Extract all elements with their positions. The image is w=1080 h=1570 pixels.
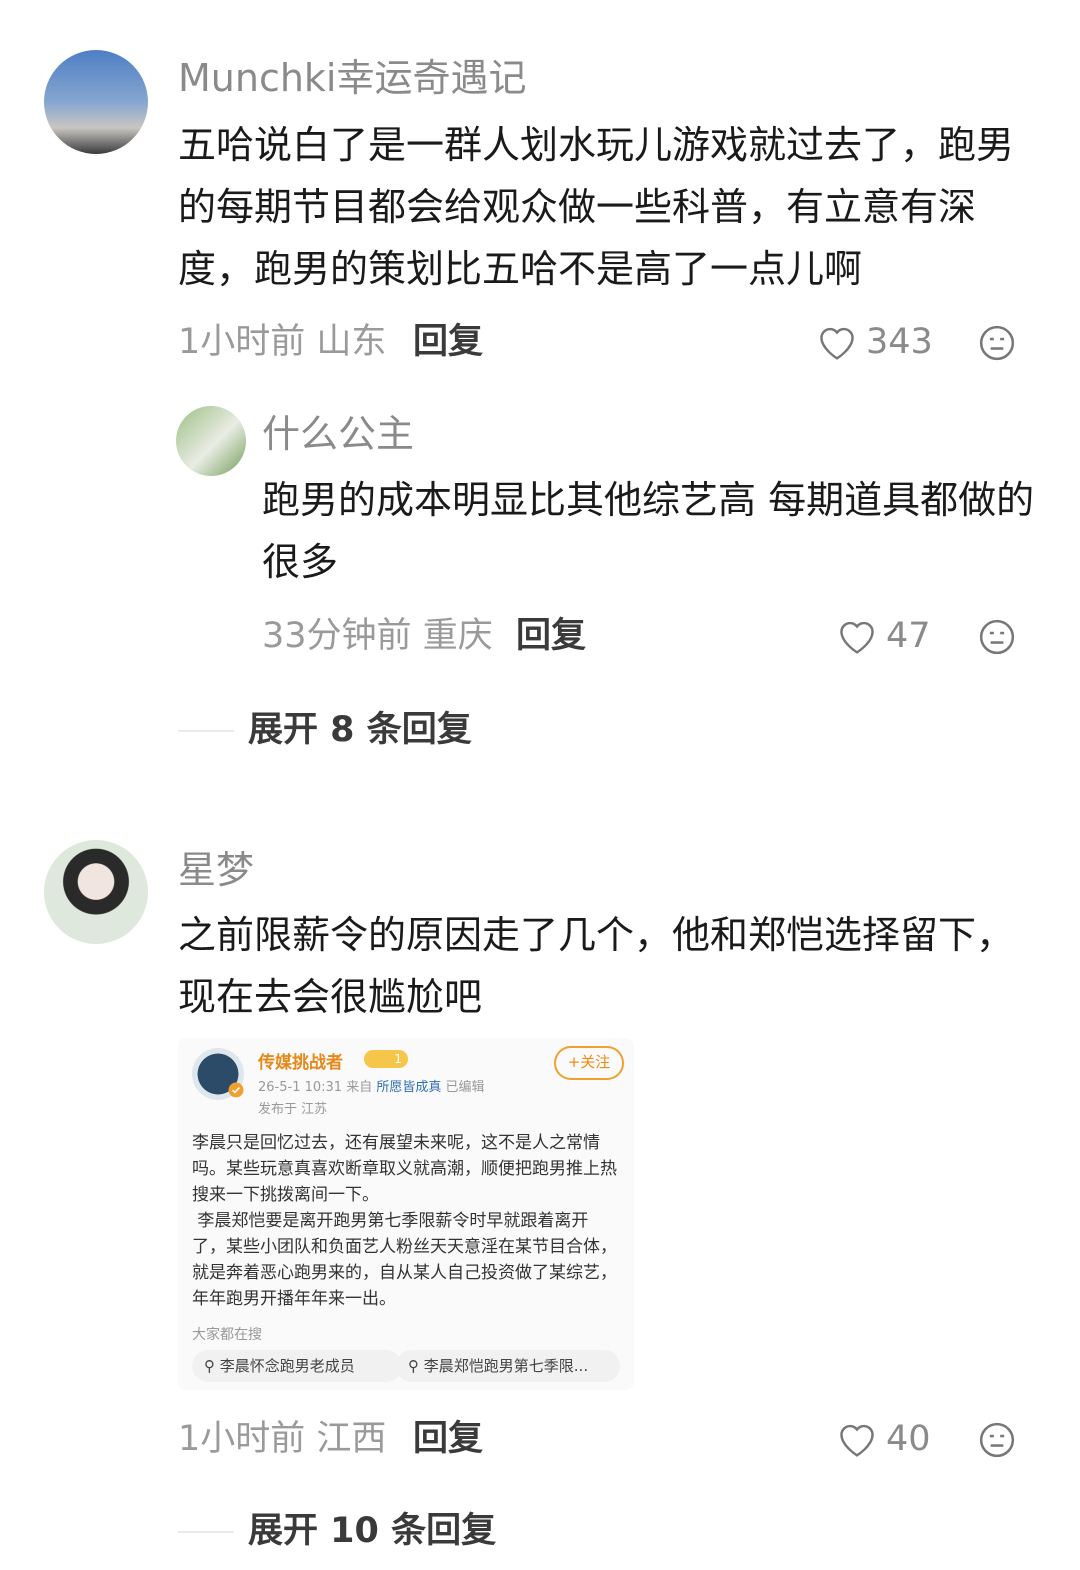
dislike-face-icon[interactable] [978,1421,1016,1459]
dislike-face-icon[interactable] [978,324,1016,362]
reply-meta: 33分钟前 重庆 [262,616,493,656]
search-chip[interactable]: ⚲ 李晨怀念跑男老成员 [192,1350,402,1382]
reply-button[interactable]: 回复 [413,322,483,362]
search-chip-label: 李晨怀念跑男老成员 [219,1357,355,1375]
follow-button[interactable]: +关注 [554,1046,624,1080]
comment-username[interactable]: 星梦 [178,848,254,892]
embedded-date: 26-5-1 10:31 [258,1080,343,1095]
embedded-source: 所愿皆成真 [376,1080,442,1095]
embedded-meta: 26-5-1 10:31 来自 所愿皆成真 已编辑 [258,1076,485,1095]
heart-icon [840,1424,874,1457]
avatar[interactable] [44,50,148,154]
search-icon: ⚲ [204,1357,215,1375]
reply-time: 33分钟前 [262,616,412,656]
level-badge: 1 [394,1052,402,1066]
like-button[interactable]: 343 [816,322,933,362]
reply-button[interactable]: 回复 [516,616,586,656]
expand-replies-button[interactable]: 展开 8 条回复 [248,710,472,750]
search-title: 大家都在搜 [192,1327,262,1343]
expand-replies-button[interactable]: 展开 10 条回复 [248,1511,496,1551]
comment-meta: 1小时前 江西 [178,1419,386,1459]
comment-time: 1小时前 [178,322,306,362]
dislike-face-icon[interactable] [978,618,1016,656]
embedded-username: 传媒挑战者 [258,1053,343,1073]
search-chip[interactable]: ⚲ 李晨郑恺跑男第七季限... [396,1350,620,1382]
reply-location: 重庆 [422,616,493,656]
like-count: 47 [886,616,931,656]
comment-meta: 1小时前 山东 [178,322,386,362]
like-count: 40 [886,1419,931,1459]
comment-text: 之前限薪令的原因走了几个，他和郑恺选择留下，现在去会很尴尬吧 [178,913,1015,1019]
reply-button[interactable]: 回复 [413,1419,483,1459]
reply-text: 跑男的成本明显比其他综艺高 每期道具都做的很多 [262,478,1035,584]
reply-avatar[interactable] [176,406,246,476]
like-button[interactable]: 40 [836,1419,931,1459]
embedded-source-prefix: 来自 [346,1080,373,1095]
like-count: 343 [866,322,933,362]
avatar[interactable] [44,840,148,944]
divider [178,1531,234,1533]
comment-location: 江西 [316,1419,387,1459]
embedded-location: 发布于 江苏 [258,1102,328,1117]
comment-time: 1小时前 [178,1419,306,1459]
comment-text: 五哈说白了是一群人划水玩儿游戏就过去了，跑男的每期节目都会给观众做一些科普，有立… [178,123,1015,291]
embedded-edited: 已编辑 [445,1080,485,1095]
embedded-image[interactable]: 传媒挑战者 1 +关注 26-5-1 10:31 来自 所愿皆成真 已编辑 发布… [178,1038,634,1390]
embedded-body: 李晨只是回忆过去，还有展望未来呢，这不是人之常情吗。某些玩意真喜欢断章取义就高潮… [192,1133,617,1309]
divider [178,730,234,732]
search-icon: ⚲ [408,1357,419,1375]
crown-icon: 1 [364,1050,408,1068]
comment-location: 山东 [316,322,387,362]
heart-icon [820,327,854,360]
heart-icon [840,621,874,654]
verified-badge-icon [228,1082,244,1098]
comment-username[interactable]: Munchki幸运奇遇记 [178,56,527,100]
search-chip-label: 李晨郑恺跑男第七季限... [423,1357,589,1375]
like-button[interactable]: 47 [836,616,931,656]
reply-username[interactable]: 什么公主 [262,412,414,456]
